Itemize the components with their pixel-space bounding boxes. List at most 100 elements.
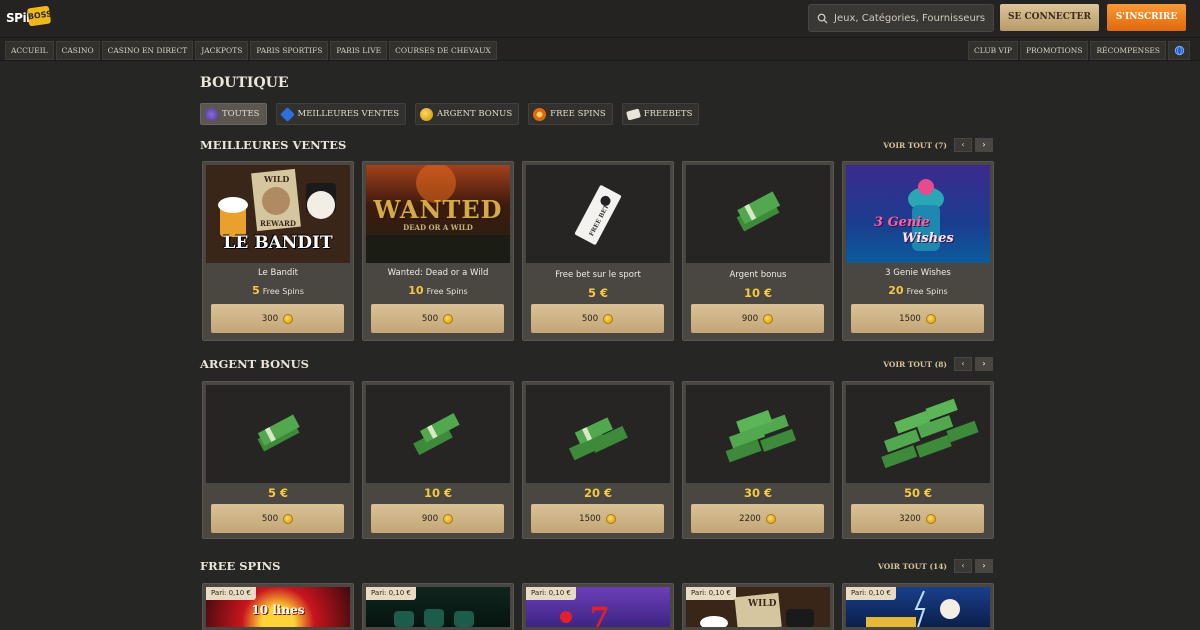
nav-item-accueil[interactable]: ACCUEIL xyxy=(5,41,54,60)
card-value: 50 € xyxy=(903,486,932,500)
coin-icon xyxy=(605,513,616,524)
nav-item-club-vip[interactable]: CLUB VIP xyxy=(968,41,1018,60)
product-card[interactable]: 3 Genie Wishes 3 Genie Wishes 20 Free Spi… xyxy=(842,161,994,341)
card-free-spins: 20 Free Spins xyxy=(843,284,993,297)
wanted-thumbnail: WANTED DEAD OR A WILD xyxy=(366,165,510,263)
card-value: 10 € xyxy=(423,486,452,500)
section-title: ARGENT BONUS xyxy=(200,357,309,371)
card-price: 1500 xyxy=(899,313,921,324)
coin-icon xyxy=(443,313,454,324)
see-all-link[interactable]: VOIR TOUT (7) xyxy=(883,141,947,150)
filter-best-sellers[interactable]: MEILLEURES VENTES xyxy=(275,103,407,125)
next-arrow-icon[interactable]: › xyxy=(975,559,993,573)
filter-tabs: TOUTES MEILLEURES VENTES ARGENT BONUS FR… xyxy=(200,103,700,125)
coin-icon xyxy=(603,313,614,324)
login-button[interactable]: SE CONNECTER xyxy=(1000,4,1099,31)
prev-arrow-icon[interactable]: ‹ xyxy=(954,138,972,152)
product-card[interactable]: Argent bonus 10 € 900 xyxy=(682,161,834,341)
nav-item-casino-live[interactable]: CASINO EN DIRECT xyxy=(101,41,194,60)
card-free-spins: 10 Free Spins xyxy=(363,284,513,297)
next-arrow-icon[interactable]: › xyxy=(975,138,993,152)
product-card[interactable]: WANTED DEAD OR A WILD Wanted: Dead or a … xyxy=(362,161,514,341)
card-price: 500 xyxy=(261,513,279,524)
buy-button[interactable]: 3200 xyxy=(851,504,984,533)
top-bar: SPiN BOSS Jeux, Catégories, Fournisseurs… xyxy=(0,0,1200,38)
diamond-icon xyxy=(279,106,295,122)
carousel-arrows: ‹ › xyxy=(954,138,993,152)
prev-arrow-icon[interactable]: ‹ xyxy=(954,559,972,573)
ticket-icon xyxy=(625,107,641,121)
bandit-title-text: LE BANDIT xyxy=(223,233,333,253)
coin-icon xyxy=(283,513,294,524)
buy-button[interactable]: 900 xyxy=(691,304,824,333)
product-card[interactable]: Pari: 0,10 € xyxy=(362,583,514,630)
coin-icon xyxy=(765,513,776,524)
nav-item-courses[interactable]: COURSES DE CHEVAUX xyxy=(389,41,497,60)
product-card[interactable]: 10 € 900 xyxy=(362,381,514,539)
coin-icon xyxy=(283,313,294,324)
product-card[interactable]: WILD REWARD LE BANDIT Le Bandit 5 Free Sp… xyxy=(202,161,354,341)
card-value: 5 € xyxy=(267,486,288,500)
nav-item-paris-live[interactable]: PARIS LIVE xyxy=(330,41,388,60)
filter-label: ARGENT BONUS xyxy=(437,109,513,119)
buy-button[interactable]: 1500 xyxy=(531,504,664,533)
see-all-link[interactable]: VOIR TOUT (8) xyxy=(883,360,947,369)
filter-all[interactable]: TOUTES xyxy=(200,103,267,125)
card-name: 3 Genie Wishes xyxy=(885,268,951,278)
filter-freebets[interactable]: FREEBETS xyxy=(621,103,700,125)
nav-item-promotions[interactable]: PROMOTIONS xyxy=(1019,41,1089,60)
product-card[interactable]: Pari: 0,10 € 10 lines xyxy=(202,583,354,630)
product-card[interactable]: Pari: 0,10 € xyxy=(842,583,994,630)
bandit-wild-text: WILD xyxy=(264,174,290,184)
buy-button[interactable]: 300 xyxy=(211,304,344,333)
search-input[interactable]: Jeux, Catégories, Fournisseurs xyxy=(808,4,994,32)
buy-button[interactable]: 2200 xyxy=(691,504,824,533)
filter-label: FREEBETS xyxy=(643,109,693,119)
signup-button[interactable]: S'INSCRIRE xyxy=(1107,4,1186,31)
product-card[interactable]: Pari: 0,10 € WILD xyxy=(682,583,834,630)
carousel-arrows: ‹ › xyxy=(954,357,993,371)
prev-arrow-icon[interactable]: ‹ xyxy=(954,357,972,371)
next-arrow-icon[interactable]: › xyxy=(975,357,993,371)
nav-item-jackpots[interactable]: JACKPOTS xyxy=(195,41,249,60)
card-unit: Free Spins xyxy=(906,287,948,296)
card-unit: Free Spins xyxy=(262,287,304,296)
product-card[interactable]: FREE BET Free bet sur le sport 5 € 500 xyxy=(522,161,674,341)
card-unit: Free Spins xyxy=(426,287,468,296)
filter-label: MEILLEURES VENTES xyxy=(297,109,400,119)
section-best-sellers: MEILLEURES VENTES VOIR TOUT (7) ‹ › WILD… xyxy=(200,138,1000,348)
card-price: 900 xyxy=(741,313,759,324)
coin-icon xyxy=(443,513,454,524)
product-card[interactable]: 30 € 2200 xyxy=(682,381,834,539)
filter-label: FREE SPINS xyxy=(550,109,606,119)
wanted-subtitle-text: DEAD OR A WILD xyxy=(403,223,473,232)
slot-title-text: 10 lines xyxy=(251,603,305,617)
buy-button[interactable]: 500 xyxy=(211,504,344,533)
product-card[interactable]: 50 € 3200 xyxy=(842,381,994,539)
coin-icon xyxy=(763,313,774,324)
product-card[interactable]: Pari: 0,10 € 7 xyxy=(522,583,674,630)
buy-button[interactable]: 900 xyxy=(371,504,504,533)
product-card[interactable]: 5 € 500 xyxy=(202,381,354,539)
spinboss-logo[interactable]: SPiN BOSS xyxy=(6,5,52,31)
filter-bonus-money[interactable]: ARGENT BONUS xyxy=(415,103,520,125)
language-button[interactable] xyxy=(1168,41,1190,60)
card-free-spins: 5 Free Spins xyxy=(203,284,353,297)
card-name: Free bet sur le sport xyxy=(555,270,641,280)
product-card[interactable]: 20 € 1500 xyxy=(522,381,674,539)
card-price: 500 xyxy=(581,313,599,324)
nav-item-paris-sportifs[interactable]: PARIS SPORTIFS xyxy=(250,41,329,60)
cash-thumbnail xyxy=(366,385,510,483)
nav-item-casino[interactable]: CASINO xyxy=(55,41,100,60)
buy-button[interactable]: 500 xyxy=(371,304,504,333)
buy-button[interactable]: 1500 xyxy=(851,304,984,333)
filter-free-spins[interactable]: FREE SPINS xyxy=(528,103,613,125)
carousel-arrows: ‹ › xyxy=(954,559,993,573)
see-all-link[interactable]: VOIR TOUT (14) xyxy=(878,562,947,571)
card-price: 3200 xyxy=(899,513,921,524)
search-placeholder: Jeux, Catégories, Fournisseurs xyxy=(834,12,986,24)
nav-item-recompenses[interactable]: RÉCOMPENSES xyxy=(1090,41,1166,60)
card-value: 30 € xyxy=(743,486,772,500)
logo-boss-text: BOSS xyxy=(26,5,52,27)
buy-button[interactable]: 500 xyxy=(531,304,664,333)
